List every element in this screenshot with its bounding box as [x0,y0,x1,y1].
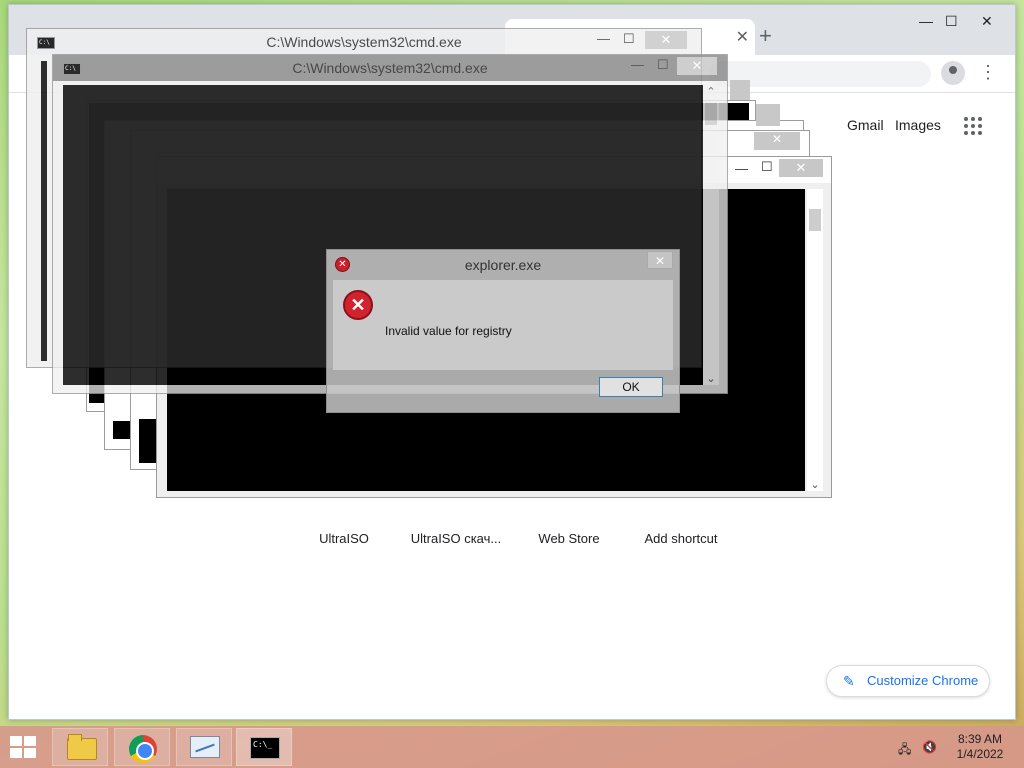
close-icon[interactable]: ✕ [647,251,673,269]
dialog-message: Invalid value for registry [385,324,512,338]
ghost-control [730,80,750,100]
volume-muted-icon[interactable]: 🔇 [922,740,938,754]
clock[interactable]: 8:39 AM 1/4/2022 [950,732,1010,762]
window-close-icon[interactable]: ✕ [981,13,993,30]
customize-chrome-label: Customize Chrome [867,673,979,688]
customize-chrome-button[interactable]: ✎ Customize Chrome [826,665,990,697]
cmd-console [41,61,47,361]
shortcut-ultraiso[interactable]: UltraISO [289,531,399,546]
maximize-icon[interactable]: ☐ [657,57,669,73]
taskbar-task-manager[interactable] [176,728,232,766]
scroll-thumb[interactable] [705,103,717,125]
task-manager-icon [190,736,220,758]
chevron-down-icon[interactable]: ⌄ [807,478,823,491]
apps-grid-icon[interactable] [964,117,982,135]
shortcut-add[interactable]: Add shortcut [626,531,736,546]
network-icon[interactable]: 🖧 [898,740,914,756]
taskbar-cmd[interactable]: C:\_ [236,728,292,766]
taskbar: C:\_ 🖧 🔇 8:39 AM 1/4/2022 [0,726,1024,768]
maximize-icon[interactable]: ☐ [623,31,635,47]
close-icon[interactable]: ✕ [779,159,823,177]
taskbar-chrome[interactable] [114,728,170,766]
ghost-control [756,104,780,126]
plus-icon[interactable]: + [759,23,772,49]
scroll-thumb[interactable] [809,209,821,231]
close-icon[interactable]: ✕ [754,132,800,150]
minimize-icon[interactable]: — [735,161,748,176]
close-icon[interactable]: ✕ [677,57,717,75]
maximize-icon[interactable]: ☐ [945,13,958,30]
profile-avatar-icon[interactable] [941,61,965,85]
ok-button[interactable]: OK [599,377,663,397]
scrollbar[interactable]: ⌃ ⌄ [703,85,719,385]
error-icon: ✕ [343,290,373,320]
minimize-icon[interactable]: — [597,31,610,46]
cmd-title-bar[interactable]: C:\ C:\Windows\system32\cmd.exe — ☐ ✕ [27,29,701,55]
cmd-title: C:\Windows\system32\cmd.exe [292,60,488,76]
clock-time: 8:39 AM [957,732,1003,746]
minimize-icon[interactable]: — [919,13,933,29]
dialog-content: ✕ Invalid value for registry [333,280,673,370]
clock-date: 1/4/2022 [956,747,1004,761]
cmd-icon: C:\_ [250,737,280,759]
shortcut-web-store[interactable]: Web Store [514,531,624,546]
shortcut-ultraiso-download[interactable]: UltraISO скач... [401,531,511,546]
cmd-title-bar[interactable]: C:\ C:\Windows\system32\cmd.exe — ☐ ✕ [53,55,727,81]
scrollbar[interactable]: ⌄ [807,189,823,491]
dialog-title-bar[interactable]: ✕ explorer.exe ✕ [327,250,679,278]
close-icon[interactable]: ✕ [736,27,749,47]
close-icon[interactable]: ✕ [645,31,687,49]
dialog-title: explorer.exe [464,257,542,273]
pencil-icon: ✎ [843,673,855,689]
gmail-link[interactable]: Gmail [847,117,884,133]
chrome-icon [129,735,157,763]
taskbar-file-explorer[interactable] [52,728,108,766]
minimize-icon[interactable]: — [631,57,644,72]
images-link[interactable]: Images [895,117,941,133]
maximize-icon[interactable]: ☐ [761,159,773,175]
windows-start-icon[interactable] [10,736,38,758]
file-explorer-icon [67,734,97,760]
error-dialog[interactable]: ✕ explorer.exe ✕ ✕ Invalid value for reg… [326,249,680,413]
chevron-up-icon[interactable]: ⌃ [703,85,719,98]
kebab-menu-icon[interactable]: ⋮ [979,63,997,81]
chevron-down-icon[interactable]: ⌄ [703,372,719,385]
